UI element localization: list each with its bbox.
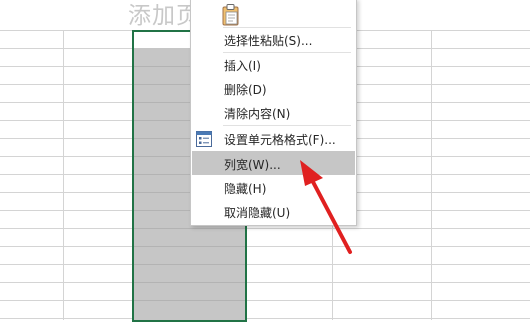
menu-item-label: 取消隐藏(U) [224, 206, 291, 220]
row-line [0, 282, 530, 283]
row-line [0, 300, 530, 301]
menu-item-label: 设置单元格格式(F)... [224, 133, 336, 147]
clipboard-icon[interactable] [221, 3, 241, 27]
menu-item-hide[interactable]: 隐藏(H) [191, 175, 356, 199]
row-line [0, 264, 530, 265]
row-line [0, 246, 530, 247]
context-menu: 选择性粘贴(S)... 插入(I) 删除(D) 清除内容(N) 设置单元格格式(… [190, 0, 357, 226]
menu-item-delete[interactable]: 删除(D) [191, 76, 356, 100]
menu-item-format-cells[interactable]: 设置单元格格式(F)... [191, 126, 356, 150]
column-line [431, 30, 432, 320]
menu-item-insert[interactable]: 插入(I) [191, 52, 356, 76]
menu-item-column-width[interactable]: 列宽(W)... [192, 151, 355, 175]
format-cells-icon [196, 131, 212, 147]
menu-item-label: 选择性粘贴(S)... [224, 34, 313, 48]
row-line [0, 318, 530, 319]
menu-item-label: 删除(D) [224, 83, 267, 97]
menu-item-clear-contents[interactable]: 清除内容(N) [191, 100, 356, 124]
menu-item-label: 列宽(W)... [224, 158, 281, 172]
menu-item-unhide[interactable]: 取消隐藏(U) [191, 199, 356, 223]
menu-item-label: 清除内容(N) [224, 107, 291, 121]
column-line [63, 30, 64, 320]
menu-item-label: 插入(I) [224, 59, 261, 73]
menu-item-paste-special[interactable]: 选择性粘贴(S)... [191, 27, 356, 51]
row-line [0, 228, 530, 229]
menu-item-label: 隐藏(H) [224, 182, 267, 196]
